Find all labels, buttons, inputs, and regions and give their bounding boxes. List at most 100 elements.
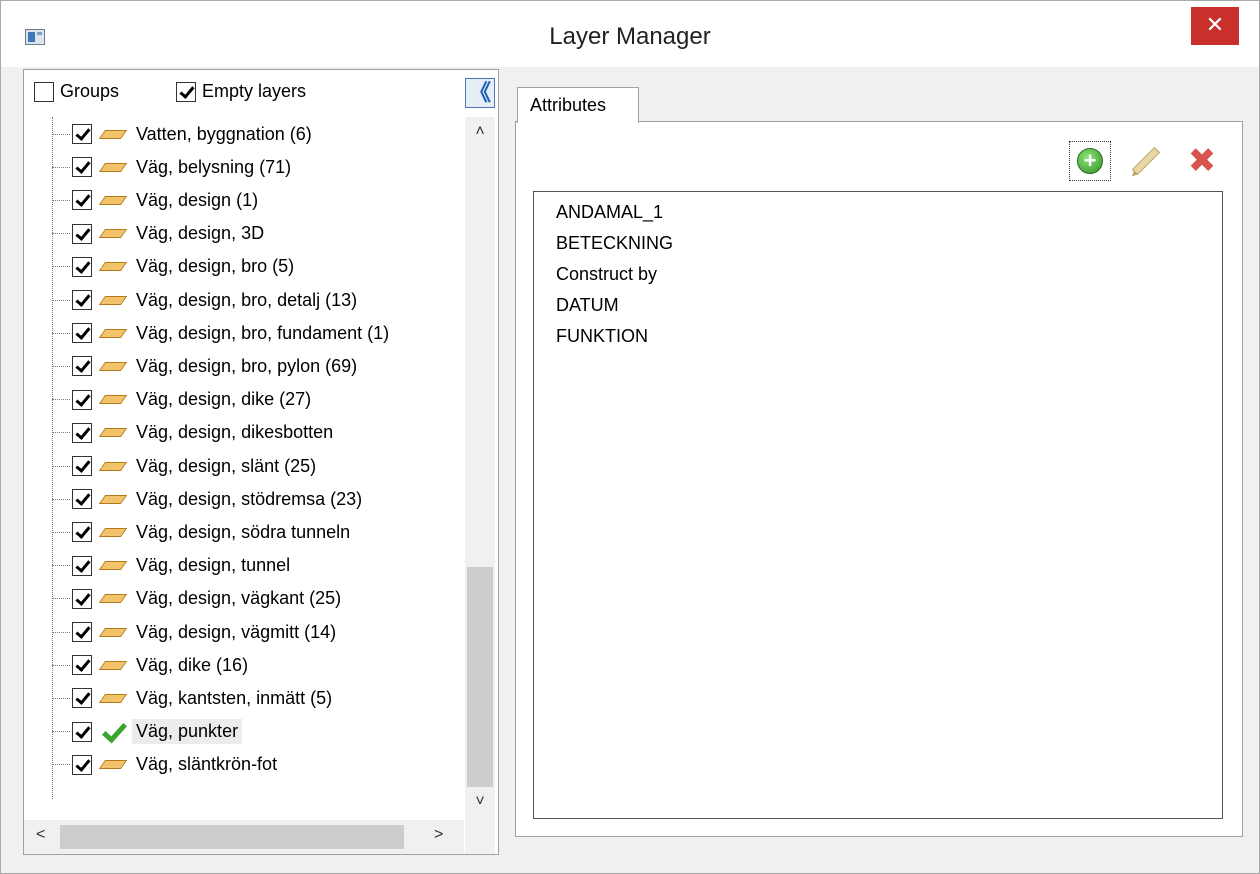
tab-attributes[interactable]: Attributes [517, 87, 639, 123]
tree-connector [52, 432, 70, 434]
list-item[interactable]: ANDAMAL_1 [556, 202, 663, 223]
tree-connector [52, 764, 70, 766]
groups-label: Groups [60, 81, 120, 101]
scroll-left-icon[interactable]: < [36, 826, 45, 844]
tree-connector [52, 565, 70, 567]
list-item[interactable]: FUNKTION [556, 326, 648, 347]
list-item[interactable]: Construct by [556, 264, 657, 285]
horizontal-scrollbar[interactable]: < > [24, 820, 464, 854]
tree-connector [52, 731, 70, 733]
close-button[interactable]: ✕ [1191, 7, 1239, 45]
delete-attribute-button[interactable]: ✖ [1181, 141, 1223, 181]
tree-item-label: Väg, design, bro, fundament (1) [136, 322, 390, 343]
tree-connector [52, 133, 70, 135]
tree-item[interactable]: Väg, design, stödremsa (23) [52, 482, 462, 516]
tree-item-label: Väg, design, bro, pylon (69) [136, 355, 358, 376]
title-bar: Layer Manager ✕ [1, 1, 1259, 67]
tree-item-label: Väg, design, dike (27) [136, 389, 312, 410]
layer-visibility-checkbox[interactable] [72, 456, 92, 476]
tree-item[interactable]: Väg, design, vägmitt (14) [52, 615, 462, 649]
layer-icon [98, 129, 128, 139]
tree-connector [52, 166, 70, 168]
layer-visibility-checkbox[interactable] [72, 356, 92, 377]
layer-visibility-checkbox[interactable] [72, 655, 92, 676]
tree-connector [52, 365, 70, 367]
scroll-right-icon[interactable]: > [434, 826, 443, 844]
vertical-scroll-thumb[interactable] [467, 567, 493, 787]
scrollbar-corner [465, 820, 495, 854]
layer-visibility-checkbox[interactable] [72, 223, 92, 244]
layer-visibility-checkbox[interactable] [72, 290, 92, 310]
scroll-up-icon[interactable]: ˄ [465, 123, 495, 141]
layer-icon [98, 660, 128, 670]
tree-item[interactable]: Väg, design, bro, fundament (1) [52, 316, 462, 350]
tree-item[interactable]: Väg, släntkrön-fot [52, 748, 462, 782]
layer-visibility-checkbox[interactable] [72, 489, 92, 510]
tree-item[interactable]: Väg, design, vägkant (25) [52, 582, 462, 616]
layer-visibility-checkbox[interactable] [72, 688, 92, 709]
tree-item-label: Väg, design (1) [136, 189, 259, 210]
layer-icon [98, 428, 128, 438]
tree-item[interactable]: Vatten, byggnation (6) [52, 117, 462, 151]
tree-connector [52, 465, 70, 467]
tree-item[interactable]: Väg, design, bro, detalj (13) [52, 283, 462, 317]
add-attribute-button[interactable]: + [1069, 141, 1111, 181]
horizontal-scroll-thumb[interactable] [60, 825, 404, 849]
tree-item[interactable]: Väg, design, slänt (25) [52, 449, 462, 483]
tree-item-label: Väg, dike (16) [136, 654, 249, 675]
tree-item[interactable]: Väg, dike (16) [52, 648, 462, 682]
tree-item[interactable]: Väg, design, 3D [52, 217, 462, 251]
tree-item[interactable]: Väg, design, södra tunneln [52, 515, 462, 549]
tree-item-label: Väg, design, södra tunneln [136, 521, 351, 542]
layer-visibility-checkbox[interactable] [72, 622, 92, 642]
tree-item-label: Väg, design, dikesbotten [136, 422, 334, 443]
vertical-scrollbar[interactable]: ˄ ˅ [465, 117, 495, 820]
attribute-list[interactable]: ANDAMAL_1 BETECKNING Construct by DATUM FUNK… [533, 191, 1223, 819]
tree-connector [52, 233, 70, 235]
layer-visibility-checkbox[interactable] [72, 522, 92, 543]
window-title: Layer Manager [549, 23, 711, 50]
layer-visibility-checkbox[interactable] [72, 256, 92, 277]
layer-visibility-checkbox[interactable] [72, 323, 92, 344]
collapse-panel-button[interactable]: 《 [465, 78, 495, 108]
layer-visibility-checkbox[interactable] [72, 124, 92, 144]
tree-item[interactable]: Väg, design, bro (5) [52, 250, 462, 284]
tree-connector [52, 498, 70, 500]
tree-item[interactable]: Väg, punkter [52, 715, 462, 749]
groups-checkbox[interactable] [34, 81, 54, 102]
empty-layers-option[interactable]: Empty layers [176, 81, 306, 102]
tree-item[interactable]: Väg, kantsten, inmätt (5) [52, 681, 462, 715]
tree-item-label: Väg, belysning (71) [136, 156, 292, 177]
layer-tree: Vatten, byggnation (6) Väg, belysning (71… [24, 117, 464, 820]
layer-visibility-checkbox[interactable] [72, 721, 92, 742]
layer-icon [98, 461, 128, 471]
layer-visibility-checkbox[interactable] [72, 555, 92, 576]
tree-item-label: Väg, punkter [132, 719, 243, 745]
layer-visibility-checkbox[interactable] [72, 754, 92, 775]
scroll-down-icon[interactable]: ˅ [465, 793, 495, 811]
layer-icon [98, 295, 128, 305]
layer-visibility-checkbox[interactable] [72, 190, 92, 211]
list-item[interactable]: BETECKNING [556, 233, 673, 254]
tree-item-label: Väg, design, bro (5) [136, 256, 295, 277]
layer-visibility-checkbox[interactable] [72, 157, 92, 178]
layer-visibility-checkbox[interactable] [72, 588, 92, 609]
tree-item[interactable]: Väg, belysning (71) [52, 150, 462, 184]
tree-item[interactable]: Väg, design, bro, pylon (69) [52, 349, 462, 383]
edit-attribute-button[interactable] [1125, 141, 1167, 181]
tree-item-label: Väg, design, tunnel [136, 555, 291, 576]
tree-item[interactable]: Väg, design (1) [52, 183, 462, 217]
tree-item[interactable]: Väg, design, tunnel [52, 549, 462, 583]
tree-item-label: Väg, design, vägkant (25) [136, 588, 342, 609]
layer-icon [98, 594, 128, 604]
tree-connector [52, 199, 70, 201]
tree-item[interactable]: Väg, design, dike (27) [52, 383, 462, 417]
layer-visibility-checkbox[interactable] [72, 422, 92, 443]
tree-item-label: Väg, design, 3D [136, 223, 265, 244]
empty-layers-checkbox[interactable] [176, 81, 196, 102]
tree-connector [52, 631, 70, 633]
groups-option[interactable]: Groups [34, 81, 119, 102]
tree-item[interactable]: Väg, design, dikesbotten [52, 416, 462, 450]
list-item[interactable]: DATUM [556, 295, 619, 316]
layer-visibility-checkbox[interactable] [72, 389, 92, 410]
